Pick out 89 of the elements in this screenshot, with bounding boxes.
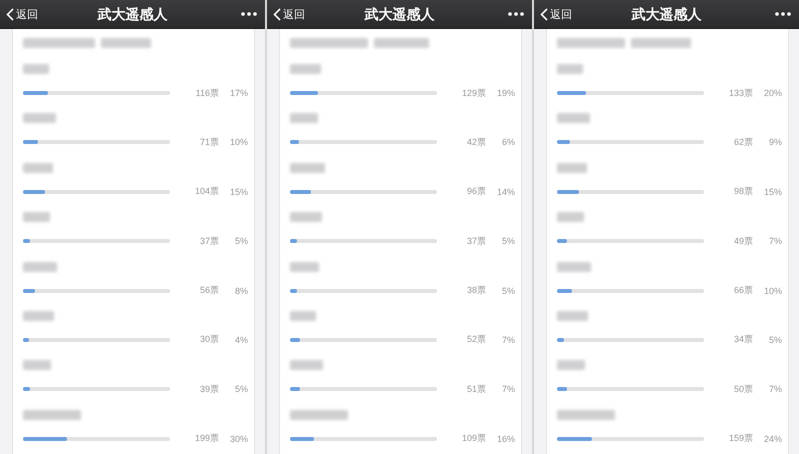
blurred-text	[290, 212, 322, 222]
vote-count: 133票	[728, 86, 753, 100]
more-icon[interactable]	[508, 12, 524, 16]
vote-count: 39票	[198, 382, 219, 396]
vote-count: 52票	[466, 333, 486, 346]
nav-title: 武大遥感人	[632, 6, 702, 24]
blurred-text	[557, 262, 591, 272]
blurred-text	[23, 212, 50, 222]
vote-percent: 9%	[768, 137, 782, 148]
back-button[interactable]: 返回	[273, 6, 305, 22]
vote-percent: 15%	[762, 186, 782, 197]
blurred-text	[101, 38, 151, 48]
blurred-text	[23, 310, 54, 321]
vote-percent: 7%	[768, 236, 782, 246]
vote-percent: 5%	[768, 334, 782, 345]
vote-count: 62票	[732, 136, 753, 149]
vote-percent: 7%	[500, 334, 515, 345]
vote-count: 56票	[198, 284, 219, 298]
blurred-text	[290, 162, 325, 173]
vote-percent: 7%	[500, 384, 515, 394]
vote-percent: 7%	[768, 384, 782, 394]
vote-count: 42票	[466, 136, 486, 149]
vote-count: 38票	[466, 284, 486, 298]
vote-percent: 10%	[228, 137, 248, 148]
vote-count: 51票	[466, 382, 486, 396]
nav-title: 武大遥感人	[364, 6, 434, 24]
vote-count: 96票	[466, 185, 486, 198]
more-icon[interactable]	[775, 12, 791, 16]
vote-count: 98票	[732, 185, 753, 198]
back-button[interactable]: 返回	[540, 6, 572, 22]
vote-percent: 5%	[234, 236, 248, 246]
blurred-text	[23, 410, 81, 420]
vote-percent: 24%	[762, 434, 782, 444]
vote-count: 199票	[194, 432, 219, 446]
chevron-left-icon[interactable]	[273, 8, 281, 20]
blurred-text	[290, 310, 316, 321]
blurred-text	[374, 38, 429, 48]
vote-count: 116票	[194, 86, 219, 100]
blurred-text	[23, 360, 51, 370]
blurred-text	[557, 410, 615, 420]
blurred-text	[23, 113, 56, 124]
vote-percent: 17%	[228, 88, 248, 98]
vote-percent: 6%	[500, 137, 515, 148]
blurred-text	[557, 113, 590, 124]
vote-count: 37票	[466, 234, 486, 248]
blurred-text	[23, 162, 53, 173]
vote-percent: 16%	[496, 434, 515, 444]
blurred-text	[23, 64, 49, 74]
vote-percent: 19%	[496, 88, 515, 98]
blurred-text	[557, 310, 588, 321]
blurred-text	[23, 262, 57, 272]
blurred-text	[290, 360, 323, 370]
blurred-text	[631, 38, 691, 48]
vote-count: 71票	[198, 136, 219, 149]
vote-percent: 15%	[228, 186, 248, 197]
blurred-text	[557, 212, 584, 222]
vote-count: 50票	[732, 382, 753, 396]
vote-count: 30票	[198, 333, 219, 346]
vote-percent: 5%	[500, 236, 515, 246]
nav-title: 武大遥感人	[98, 6, 168, 24]
vote-percent: 14%	[496, 186, 515, 197]
vote-percent: 5%	[500, 286, 515, 296]
blurred-text	[290, 64, 321, 74]
vote-percent: 5%	[234, 384, 248, 394]
blurred-text	[557, 360, 585, 370]
vote-percent: 8%	[234, 286, 248, 296]
vote-count: 129票	[460, 86, 486, 100]
blurred-text	[557, 38, 625, 48]
vote-count: 104票	[194, 185, 219, 198]
blurred-text	[290, 113, 318, 124]
vote-count: 34票	[732, 333, 753, 346]
blurred-text	[290, 262, 319, 272]
more-icon[interactable]	[241, 12, 257, 16]
back-button[interactable]: 返回	[6, 6, 38, 22]
chevron-left-icon[interactable]	[6, 8, 14, 20]
vote-percent: 20%	[762, 88, 782, 98]
vote-count: 66票	[732, 284, 753, 298]
blurred-text	[557, 162, 587, 173]
vote-percent: 30%	[228, 434, 248, 444]
blurred-text	[23, 38, 95, 48]
vote-percent: 10%	[762, 286, 782, 296]
vote-count: 109票	[460, 432, 486, 446]
vote-count: 37票	[198, 234, 219, 248]
vote-count: 49票	[732, 234, 753, 248]
blurred-text	[290, 410, 348, 420]
chevron-left-icon[interactable]	[540, 8, 548, 20]
blurred-text	[557, 64, 583, 74]
vote-percent: 4%	[234, 334, 248, 345]
vote-count: 159票	[728, 432, 753, 446]
